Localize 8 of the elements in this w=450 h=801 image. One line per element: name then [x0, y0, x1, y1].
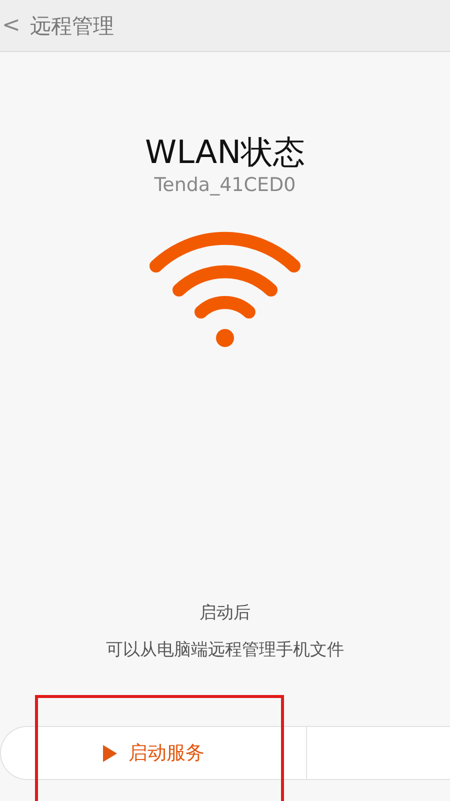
start-service-button[interactable]: 启动服务	[1, 727, 307, 779]
network-name: Tenda_41CED0	[154, 173, 296, 198]
description-text: 可以从电脑端远程管理手机文件	[106, 639, 344, 661]
status-title: WLAN状态	[144, 132, 306, 172]
play-icon	[102, 744, 116, 762]
back-icon[interactable]: <	[2, 13, 20, 38]
screen-title: 远程管理	[30, 12, 114, 40]
description-text: 启动后	[200, 602, 250, 624]
